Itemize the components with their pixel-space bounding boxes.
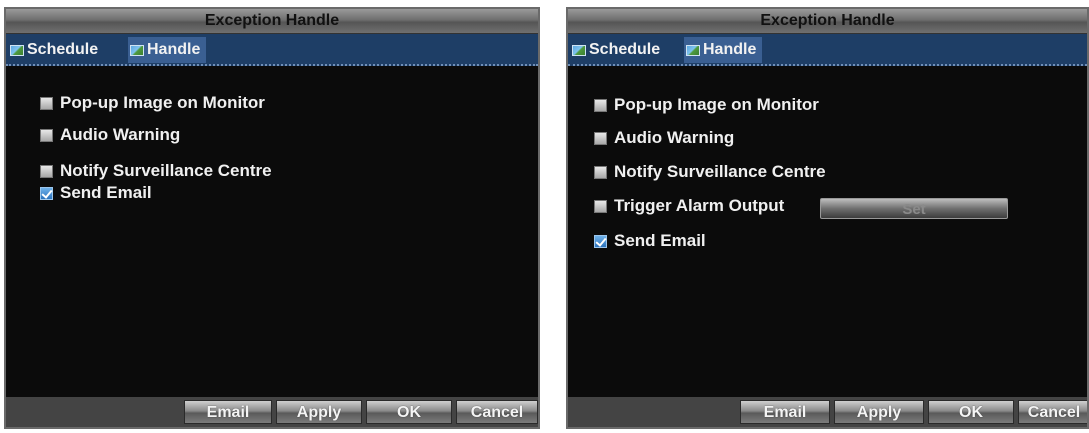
option-popup-image[interactable]: Pop-up Image on Monitor: [594, 95, 819, 115]
button-bar: Email Apply OK Cancel: [6, 397, 538, 427]
tab-handle[interactable]: Handle: [128, 37, 207, 63]
option-label: Audio Warning: [614, 128, 735, 147]
tab-bar: Schedule Handle: [568, 34, 1087, 66]
option-label: Audio Warning: [60, 125, 181, 144]
tab-label: Schedule: [27, 41, 99, 58]
option-trigger-alarm[interactable]: Trigger Alarm Output: [594, 196, 784, 216]
checkbox[interactable]: [40, 128, 53, 142]
option-label: Pop-up Image on Monitor: [60, 93, 265, 112]
dialog-title: Exception Handle: [568, 9, 1087, 34]
option-send-email[interactable]: Send Email: [40, 183, 152, 203]
button-bar: Email Apply OK Cancel: [568, 397, 1087, 427]
cancel-button[interactable]: Cancel: [1018, 400, 1087, 424]
tab-label: Handle: [147, 41, 201, 58]
exception-handle-dialog-right: Exception Handle Schedule Handle Pop-up …: [566, 7, 1089, 429]
tab-image-icon: [686, 44, 700, 56]
tab-handle[interactable]: Handle: [684, 37, 763, 63]
tab-image-icon: [572, 44, 586, 56]
option-label: Notify Surveillance Centre: [614, 162, 826, 181]
tab-label: Schedule: [589, 41, 661, 58]
option-notify-centre[interactable]: Notify Surveillance Centre: [594, 162, 826, 182]
option-label: Trigger Alarm Output: [614, 196, 785, 215]
option-notify-centre[interactable]: Notify Surveillance Centre: [40, 161, 272, 181]
dialog-title: Exception Handle: [6, 9, 538, 34]
option-label: Notify Surveillance Centre: [60, 161, 272, 180]
tab-schedule[interactable]: Schedule: [570, 37, 666, 63]
tab-schedule[interactable]: Schedule: [8, 37, 104, 63]
option-label: Pop-up Image on Monitor: [614, 95, 819, 114]
tab-image-icon: [10, 44, 24, 56]
checkbox[interactable]: [40, 164, 53, 178]
email-button[interactable]: Email: [740, 400, 830, 424]
option-send-email[interactable]: Send Email: [594, 231, 706, 251]
apply-button[interactable]: Apply: [276, 400, 362, 424]
checkbox[interactable]: [594, 165, 607, 179]
option-audio-warning[interactable]: Audio Warning: [594, 128, 734, 148]
ok-button[interactable]: OK: [928, 400, 1014, 424]
checkbox[interactable]: [594, 131, 607, 145]
tab-image-icon: [130, 44, 144, 56]
checkbox[interactable]: [594, 199, 607, 213]
ok-button[interactable]: OK: [366, 400, 452, 424]
tab-label: Handle: [703, 41, 757, 58]
apply-button[interactable]: Apply: [834, 400, 924, 424]
option-label: Send Email: [60, 183, 152, 202]
option-popup-image[interactable]: Pop-up Image on Monitor: [40, 93, 265, 113]
exception-handle-dialog-left: Exception Handle Schedule Handle Pop-up …: [4, 7, 540, 429]
checkbox-checked[interactable]: [594, 234, 607, 248]
option-label: Send Email: [614, 231, 706, 250]
tab-bar: Schedule Handle: [6, 34, 538, 66]
checkbox[interactable]: [594, 98, 607, 112]
email-button[interactable]: Email: [184, 400, 272, 424]
cancel-button[interactable]: Cancel: [456, 400, 538, 424]
set-button[interactable]: Set: [820, 198, 1008, 219]
checkbox-checked[interactable]: [40, 186, 53, 200]
checkbox[interactable]: [40, 96, 53, 110]
option-audio-warning[interactable]: Audio Warning: [40, 125, 180, 145]
